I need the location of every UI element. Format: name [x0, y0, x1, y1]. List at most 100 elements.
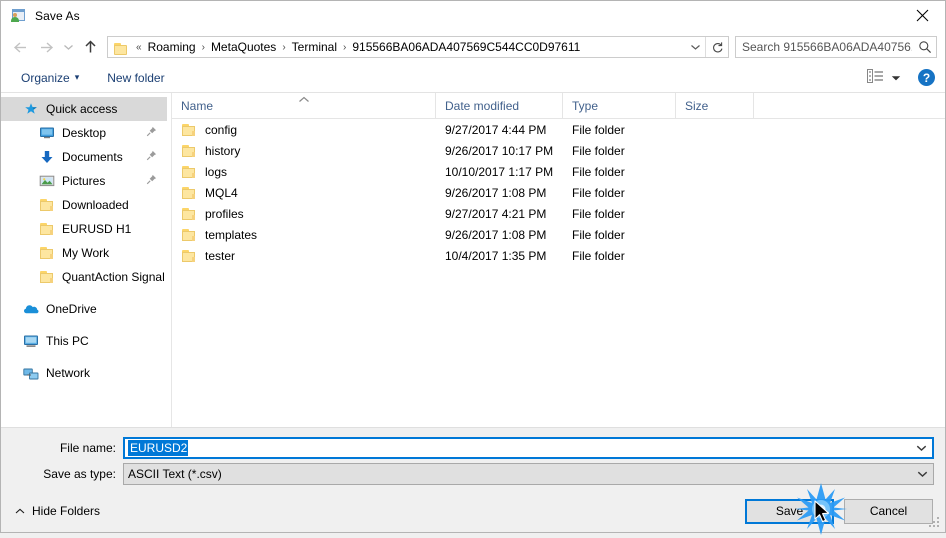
- table-row[interactable]: config 9/27/2017 4:44 PM File folder: [172, 119, 945, 140]
- dialog-body: Quick access Desktop Documents Pictures …: [1, 93, 945, 427]
- file-date: 9/26/2017 1:08 PM: [445, 185, 547, 200]
- search-box[interactable]: [735, 36, 937, 58]
- table-row[interactable]: tester 10/4/2017 1:35 PM File folder: [172, 245, 945, 266]
- pin-icon[interactable]: [146, 150, 157, 164]
- sidebar-item-label: Desktop: [62, 126, 107, 140]
- file-type: File folder: [572, 227, 625, 242]
- breadcrumb-item-3[interactable]: 915566BA06ADA407569C544CC0D97611: [350, 40, 582, 54]
- cancel-button[interactable]: Cancel: [844, 498, 933, 524]
- folder-icon: [39, 245, 55, 261]
- sidebar-item-pictures[interactable]: Pictures: [1, 169, 167, 193]
- resize-grip[interactable]: [929, 517, 941, 529]
- back-icon[interactable]: [7, 34, 33, 60]
- table-row[interactable]: history 9/26/2017 10:17 PM File folder: [172, 140, 945, 161]
- column-header-size[interactable]: Size: [676, 93, 754, 118]
- file-name-cell: profiles: [172, 206, 436, 222]
- save-as-type-select[interactable]: ASCII Text (*.csv): [123, 463, 934, 485]
- sidebar-item-label: Quick access: [46, 102, 118, 116]
- column-header-name[interactable]: Name: [172, 93, 436, 118]
- folder-icon: [39, 197, 55, 213]
- table-row[interactable]: logs 10/10/2017 1:17 PM File folder: [172, 161, 945, 182]
- save-form: File name: EURUSD2 Save as type: ASCII T…: [1, 427, 945, 490]
- sidebar-item-quantaction-signal[interactable]: QuantAction Signal: [1, 265, 167, 289]
- file-type: File folder: [572, 164, 625, 179]
- table-row[interactable]: profiles 9/27/2017 4:21 PM File folder: [172, 203, 945, 224]
- folder-icon: [181, 122, 197, 138]
- view-options-button[interactable]: [864, 67, 904, 88]
- title-bar: Save As: [1, 1, 945, 31]
- file-type: File folder: [572, 122, 625, 137]
- file-name: history: [205, 143, 241, 158]
- file-name: logs: [205, 164, 228, 179]
- sidebar-item-this-pc[interactable]: This PC: [1, 329, 167, 353]
- file-name-label: File name:: [59, 441, 116, 455]
- download-arrow-icon: [39, 149, 55, 165]
- breadcrumb-item-2[interactable]: Terminal: [290, 40, 339, 54]
- table-row[interactable]: templates 9/26/2017 1:08 PM File folder: [172, 224, 945, 245]
- close-icon[interactable]: [900, 1, 945, 30]
- breadcrumb-item-1[interactable]: MetaQuotes: [209, 40, 278, 54]
- sidebar-item-documents[interactable]: Documents: [1, 145, 167, 169]
- network-icon: [23, 365, 39, 381]
- file-name-cell: history: [172, 143, 436, 159]
- help-button[interactable]: ?: [918, 69, 935, 86]
- file-name: config: [205, 122, 238, 137]
- hide-folders-button[interactable]: Hide Folders: [15, 504, 100, 518]
- new-folder-button[interactable]: New folder: [101, 68, 170, 88]
- sidebar-item-downloaded[interactable]: Downloaded: [1, 193, 167, 217]
- column-header-label: Size: [685, 98, 709, 113]
- file-type: File folder: [572, 206, 625, 221]
- breadcrumb-separator: ›: [343, 41, 347, 53]
- chevron-down-icon: ▾: [74, 72, 80, 82]
- column-header-label: Name: [181, 98, 214, 113]
- command-bar: Organize ▾ New folder ?: [1, 63, 945, 93]
- sidebar-item-eurusd-h1[interactable]: EURUSD H1: [1, 217, 167, 241]
- refresh-icon[interactable]: [705, 37, 728, 57]
- pin-icon[interactable]: [146, 174, 157, 188]
- column-header-date-modified[interactable]: Date modified: [436, 93, 563, 118]
- file-name-cell: MQL4: [172, 185, 436, 201]
- sidebar-item-my-work[interactable]: My Work: [1, 241, 167, 265]
- search-input[interactable]: [736, 39, 914, 55]
- file-date: 9/26/2017 1:08 PM: [445, 227, 547, 242]
- file-list-pane: Name Date modified Type Size config 9/27…: [172, 93, 945, 427]
- forward-icon[interactable]: [33, 34, 59, 60]
- hide-folders-label: Hide Folders: [32, 504, 101, 518]
- file-date: 9/26/2017 10:17 PM: [445, 143, 554, 158]
- sidebar-item-label: QuantAction Signal: [62, 270, 165, 284]
- recent-locations-icon[interactable]: [59, 34, 77, 60]
- table-row[interactable]: MQL4 9/26/2017 1:08 PM File folder: [172, 182, 945, 203]
- column-header-type[interactable]: Type: [563, 93, 676, 118]
- this-pc-icon: [23, 333, 39, 349]
- column-headers: Name Date modified Type Size: [172, 93, 945, 119]
- breadcrumb-overflow[interactable]: «: [132, 42, 146, 53]
- file-date: 10/10/2017 1:17 PM: [445, 164, 554, 179]
- column-header-label: Date modified: [445, 98, 520, 113]
- file-name-input[interactable]: EURUSD2: [123, 437, 934, 459]
- chevron-down-icon[interactable]: [910, 444, 932, 452]
- new-folder-label: New folder: [107, 70, 165, 85]
- file-name-cell: templates: [172, 227, 436, 243]
- pin-icon[interactable]: [146, 126, 157, 140]
- chevron-down-icon: [891, 71, 901, 85]
- file-name-value: EURUSD2: [128, 440, 189, 456]
- folder-icon: [39, 269, 55, 285]
- up-icon[interactable]: [77, 34, 103, 60]
- sidebar-item-label: Documents: [62, 150, 123, 164]
- folder-icon: [181, 185, 197, 201]
- sidebar-item-quick-access[interactable]: Quick access: [1, 97, 167, 121]
- sidebar-item-network[interactable]: Network: [1, 361, 167, 385]
- star-icon: [23, 101, 39, 117]
- address-bar[interactable]: « Roaming › MetaQuotes › Terminal › 9155…: [107, 36, 729, 58]
- save-button[interactable]: Save: [745, 498, 834, 524]
- organize-button[interactable]: Organize ▾: [15, 68, 85, 88]
- sidebar-item-desktop[interactable]: Desktop: [1, 121, 167, 145]
- address-dropdown-icon[interactable]: [685, 43, 705, 51]
- breadcrumb-separator: ›: [282, 41, 286, 53]
- sidebar-item-onedrive[interactable]: OneDrive: [1, 297, 167, 321]
- breadcrumb-item-0[interactable]: Roaming: [146, 40, 198, 54]
- organize-label: Organize: [21, 70, 70, 85]
- chevron-down-icon[interactable]: [911, 470, 933, 478]
- file-name-cell: tester: [172, 248, 436, 264]
- sidebar-item-label: Network: [46, 366, 91, 380]
